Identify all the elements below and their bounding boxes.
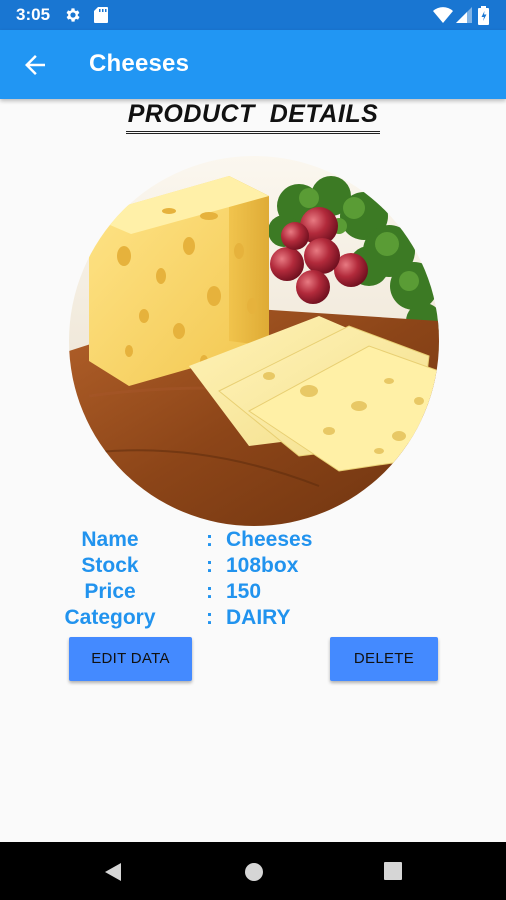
settings-icon xyxy=(66,8,80,22)
wifi-icon xyxy=(433,7,453,23)
arrow-back-icon[interactable] xyxy=(20,50,50,80)
name-value: Cheeses xyxy=(226,528,313,551)
battery-icon xyxy=(478,6,489,25)
detail-row-stock: Stock : 108box xyxy=(0,554,506,580)
category-value: DAIRY xyxy=(226,606,291,629)
detail-row-name: Name : Cheeses xyxy=(0,528,506,554)
detail-row-price: Price : 150 xyxy=(0,580,506,606)
price-value: 150 xyxy=(226,580,262,603)
app-bar: Cheeses xyxy=(0,30,506,99)
price-label: Price xyxy=(84,580,136,603)
cheese-photo xyxy=(69,156,439,526)
app-title: Cheeses xyxy=(89,50,190,77)
name-label: Name xyxy=(81,528,139,551)
separator: : xyxy=(206,554,213,577)
page-heading: PRODUCT DETAILS xyxy=(0,100,506,134)
nav-home-icon[interactable] xyxy=(244,862,264,882)
nav-recents-icon[interactable] xyxy=(384,862,402,880)
delete-button[interactable]: DELETE xyxy=(330,637,438,681)
stock-label: Stock xyxy=(81,554,139,577)
product-image xyxy=(69,156,439,526)
nav-back-icon[interactable] xyxy=(103,862,123,882)
sd-card-icon xyxy=(94,7,108,23)
separator: : xyxy=(206,580,213,603)
separator: : xyxy=(206,606,213,629)
detail-row-category: Category : DAIRY xyxy=(0,606,506,632)
status-time: 3:05 xyxy=(16,5,51,24)
status-bar: 3:05 xyxy=(0,0,506,30)
separator: : xyxy=(206,528,213,551)
category-label: Category xyxy=(64,606,156,629)
stock-value: 108box xyxy=(226,554,299,577)
signal-icon xyxy=(456,7,472,23)
edit-data-button[interactable]: EDIT DATA xyxy=(69,637,192,681)
page-heading-text: PRODUCT DETAILS xyxy=(125,100,381,134)
